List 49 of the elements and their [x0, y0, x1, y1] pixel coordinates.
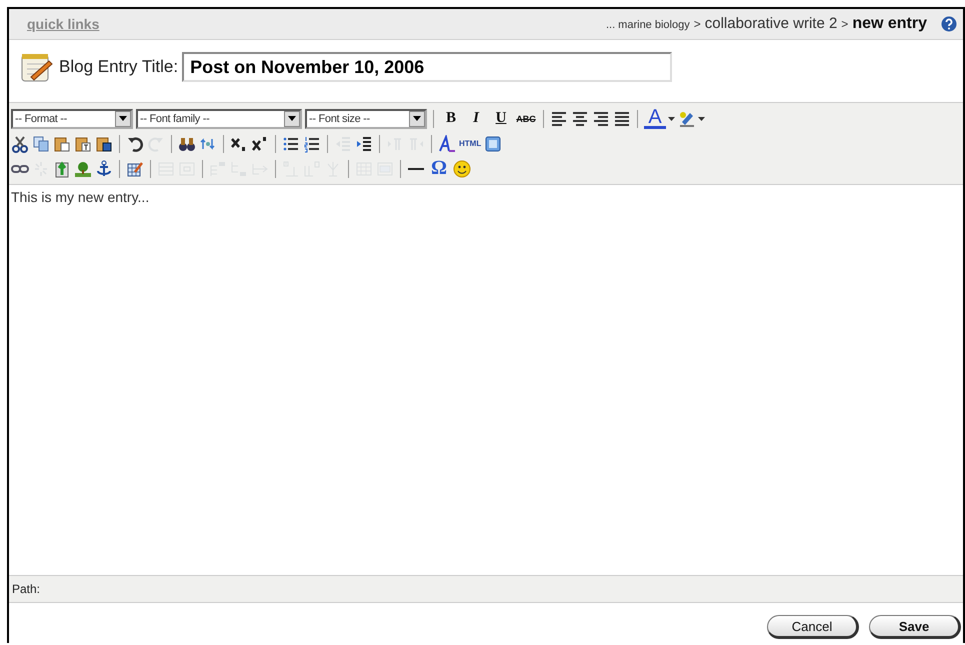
caret-icon[interactable]	[668, 116, 675, 120]
superscript-icon[interactable]	[251, 134, 269, 152]
clipboard-icon[interactable]	[95, 134, 113, 152]
align-left-icon[interactable]	[550, 110, 568, 128]
align-justify-icon[interactable]	[613, 110, 631, 128]
path-bar: Path:	[9, 575, 963, 603]
bullet-list-icon[interactable]	[282, 134, 300, 152]
caret-icon[interactable]	[698, 116, 705, 120]
title-label: Blog Entry Title:	[59, 57, 178, 77]
toolbar-button[interactable]: B	[440, 108, 462, 130]
scissors-icon[interactable]	[11, 134, 29, 152]
breadcrumb-item[interactable]: ... marine biology	[606, 19, 690, 31]
help-icon[interactable]	[941, 16, 957, 32]
toolbar-button[interactable]: A	[644, 108, 666, 128]
clipboard-icon[interactable]	[53, 134, 71, 152]
align-center-icon[interactable]	[571, 110, 589, 128]
toolbar-button[interactable]: Ω	[428, 158, 450, 180]
breadcrumb-item[interactable]: collaborative write 2	[704, 15, 838, 32]
numbered-list-icon[interactable]	[303, 134, 321, 152]
smiley-icon[interactable]	[453, 160, 471, 178]
breadcrumb-separator: >	[841, 17, 848, 31]
toolbar-button[interactable]: U	[490, 108, 512, 130]
dropdown-field[interactable]: -- Font size --	[305, 108, 427, 128]
up-arrow-file-icon[interactable]	[53, 160, 71, 178]
anchor-icon[interactable]	[95, 160, 113, 178]
breadcrumb-item: new entry	[852, 15, 927, 33]
dropdown-arrow-icon[interactable]	[119, 116, 127, 121]
dropdown-arrow-icon[interactable]	[413, 116, 421, 121]
style-letter-icon[interactable]	[438, 134, 456, 152]
dropdown-field[interactable]: -- Font family --	[136, 108, 302, 128]
tree-image-icon[interactable]	[74, 160, 92, 178]
dropdown-field[interactable]: -- Format --	[11, 108, 133, 128]
align-right-icon[interactable]	[592, 110, 610, 128]
save-button[interactable]: Save	[869, 615, 961, 639]
table-pencil-icon[interactable]	[126, 160, 144, 178]
fullscreen-icon[interactable]	[484, 134, 502, 152]
clipboard-icon[interactable]	[74, 134, 92, 152]
dropdown-arrow-icon[interactable]	[288, 116, 296, 121]
editor-text[interactable]: This is my new entry...	[9, 185, 963, 575]
indent-icon[interactable]	[355, 134, 373, 152]
toolbar-button[interactable]: I	[465, 108, 487, 130]
cancel-button[interactable]: Cancel	[767, 615, 859, 639]
copy-icon[interactable]	[32, 134, 50, 152]
toolbar-button[interactable]: ABC	[515, 108, 537, 130]
breadcrumb-separator: >	[694, 17, 701, 31]
undo-icon[interactable]	[126, 134, 144, 152]
highlighter-icon[interactable]	[678, 110, 696, 128]
toolbar-button[interactable]: HTML	[459, 132, 482, 154]
title-field[interactable]: Post on November 10, 2006	[182, 52, 672, 82]
